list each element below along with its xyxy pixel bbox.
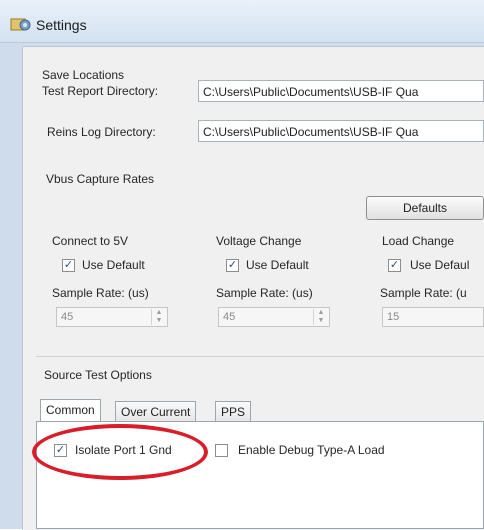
settings-gear-icon: [10, 16, 32, 34]
connect-to-5v-use-default-checkbox[interactable]: ✓: [62, 259, 75, 272]
highlight-circle-annotation: [32, 424, 208, 480]
section-divider: [36, 356, 484, 357]
voltage-change-use-default-label: Use Default: [246, 258, 309, 272]
source-test-options-label: Source Test Options: [44, 368, 152, 382]
spinner-arrows-icon[interactable]: ▲ ▼: [151, 309, 166, 325]
tab-common[interactable]: Common: [40, 399, 101, 422]
connect-to-5v-sample-rate-spinner[interactable]: 45 ▲ ▼: [56, 307, 168, 327]
load-change-label: Load Change: [382, 234, 455, 248]
save-locations-label: Save Locations: [42, 68, 125, 82]
voltage-change-use-default-checkbox[interactable]: ✓: [226, 259, 239, 272]
connect-to-5v-sample-rate-label: Sample Rate: (us): [52, 286, 149, 300]
connect-to-5v-use-default-label: Use Default: [82, 258, 145, 272]
enable-debug-type-a-load-label: Enable Debug Type-A Load: [238, 443, 385, 457]
test-report-directory-field[interactable]: C:\Users\Public\Documents\USB-IF Qua: [198, 80, 484, 102]
window-title: Settings: [36, 17, 87, 33]
title-bar[interactable]: Settings: [0, 0, 484, 43]
voltage-change-sample-rate-label: Sample Rate: (us): [216, 286, 313, 300]
load-change-sample-rate-spinner[interactable]: 15: [382, 307, 484, 327]
reins-log-directory-label: Reins Log Directory:: [47, 125, 156, 139]
test-report-directory-label: Test Report Directory:: [42, 84, 159, 98]
connect-to-5v-label: Connect to 5V: [52, 234, 129, 248]
connect-to-5v-sample-rate-value: 45: [61, 311, 74, 323]
vbus-capture-rates-label: Vbus Capture Rates: [46, 172, 155, 186]
tab-over-current[interactable]: Over Current: [115, 401, 197, 421]
enable-debug-type-a-load-checkbox[interactable]: ✓: [215, 444, 228, 457]
load-change-sample-rate-value: 15: [387, 311, 400, 323]
reins-log-directory-field[interactable]: C:\Users\Public\Documents\USB-IF Qua: [198, 120, 484, 142]
load-change-sample-rate-label: Sample Rate: (u: [380, 286, 467, 300]
voltage-change-sample-rate-spinner[interactable]: 45 ▲ ▼: [218, 307, 330, 327]
load-change-use-default-checkbox[interactable]: ✓: [388, 259, 401, 272]
settings-window: Settings Save Locations Test Report Dire…: [0, 0, 484, 530]
spinner-arrows-icon[interactable]: ▲ ▼: [313, 309, 328, 325]
defaults-button[interactable]: Defaults: [366, 196, 484, 220]
load-change-use-default-label: Use Defaul: [410, 258, 470, 272]
voltage-change-sample-rate-value: 45: [223, 311, 236, 323]
voltage-change-label: Voltage Change: [216, 234, 302, 248]
tab-pps[interactable]: PPS: [215, 401, 252, 421]
